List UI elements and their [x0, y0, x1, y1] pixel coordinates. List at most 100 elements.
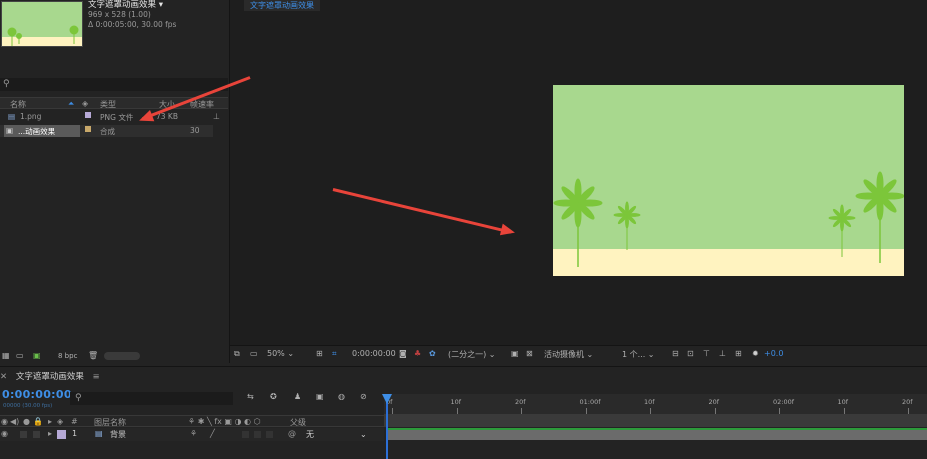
label-tag-icon[interactable]: ◈ — [82, 99, 88, 108]
png-file-icon: ▤ — [8, 112, 16, 121]
ruler-tick-label: 20f — [902, 398, 913, 406]
views-value: 1 个... — [622, 350, 646, 359]
monitor-icon[interactable]: ▭ — [250, 349, 258, 358]
switch-box[interactable] — [242, 431, 249, 438]
layer-name[interactable]: 背景 — [110, 429, 126, 440]
views-dropdown[interactable]: 1 个... ⌄ — [622, 349, 655, 360]
camera-dropdown[interactable]: 活动摄像机 ⌄ — [544, 349, 593, 360]
search-icon: ⚲ — [75, 393, 82, 403]
new-comp-icon[interactable]: ▣ — [33, 351, 41, 360]
viewer-timecode[interactable]: 0:00:00:00 — [352, 349, 396, 358]
composition-viewer: 文字遮罩动画效果 ⧉ ▭ 50% ⌄ ⊞ ⌗ 0:00:00:00 ◙ ♣ ✿ … — [229, 0, 927, 363]
timeline-tab-label: 文字遮罩动画效果 — [15, 372, 84, 382]
ruler-tick-label: 10f — [644, 398, 655, 406]
project-search-input[interactable]: ⚲ — [0, 78, 228, 91]
number-header-icon: # — [71, 417, 78, 426]
label-header-icon: ◈ — [57, 417, 64, 426]
channel-icon[interactable]: ✿ — [429, 349, 436, 358]
snapshot-icon[interactable]: ◙ — [399, 349, 407, 358]
column-name[interactable]: 名称 — [10, 99, 26, 110]
ruler-tick-label: 20f — [515, 398, 526, 406]
draft-3d-icon[interactable]: ✪ — [270, 392, 277, 401]
resolution-value: (二分之一) — [448, 350, 487, 359]
ruler-tick-label: 01:00f — [579, 398, 601, 406]
ruler-tick-label: 02:00f — [773, 398, 795, 406]
timeline-tab[interactable]: ✕ 文字遮罩动画效果 ≡ — [0, 370, 100, 382]
reset-exposure-icon[interactable]: ⊞ — [735, 349, 742, 358]
flowchart-icon[interactable]: ⊥ — [719, 349, 726, 358]
menu-icon[interactable]: ≡ — [93, 372, 100, 382]
new-folder-icon[interactable]: ▭ — [16, 351, 24, 360]
transparency-grid-icon[interactable]: ⊠ — [526, 349, 533, 358]
timeline-search-input[interactable]: ⚲ — [70, 392, 233, 405]
item-frame-rate: 30 — [190, 126, 200, 135]
time-ruler[interactable]: 0f 10f 20f 01:00f 10f 20f 02:00f 10f 20f — [384, 394, 927, 414]
zoom-dropdown[interactable]: 50% ⌄ — [267, 349, 294, 358]
lock-toggle[interactable] — [33, 431, 40, 438]
column-layer-name[interactable]: 图层名称 — [94, 417, 126, 428]
item-type: PNG 文件 — [100, 113, 134, 122]
shy-switch-icon[interactable]: ⚘ — [190, 429, 197, 438]
column-type[interactable]: 类型 — [100, 99, 116, 110]
eye-icon[interactable]: ◉ — [1, 429, 8, 438]
comp-name[interactable]: 文字遮罩动画效果 ▾ — [88, 0, 176, 10]
sort-arrow-icon[interactable]: ⏶ — [68, 99, 74, 109]
parent-pickwhip-icon[interactable]: @ — [288, 429, 296, 438]
exposure-icon[interactable]: ✹ — [752, 349, 759, 358]
interpret-footage-icon[interactable]: ▦ — [2, 351, 10, 360]
project-panel: 文字遮罩动画效果 ▾ 969 x 528 (1.00) Δ 0:00:05:00… — [0, 0, 228, 363]
timeline-icon[interactable]: ⊤ — [703, 349, 710, 358]
work-area-bar[interactable] — [384, 414, 927, 427]
project-item[interactable]: ▤ 1.png PNG 文件 73 KB — [0, 111, 213, 123]
label-color-swatch[interactable] — [85, 126, 91, 132]
mask-visibility-icon[interactable]: ⌗ — [332, 349, 337, 359]
graph-editor-icon[interactable]: ⊘ — [360, 392, 367, 401]
column-parent[interactable]: 父级 — [290, 417, 306, 428]
switch-box[interactable] — [266, 431, 273, 438]
expand-arrow-icon[interactable]: ▸ — [48, 429, 52, 438]
resolution-dropdown[interactable]: (二分之一) ⌄ — [448, 349, 496, 360]
render-icon[interactable]: ⊟ — [672, 349, 679, 358]
bpc-label[interactable]: 8 bpc — [58, 352, 77, 360]
timeline-timecode[interactable]: 0:00:00:00 — [2, 388, 72, 401]
project-item[interactable]: ▣ ...动画效果 合成 30 — [0, 125, 213, 137]
frame-blending-icon[interactable]: ▣ — [316, 392, 324, 401]
comp-size: 969 x 528 (1.00) — [88, 10, 151, 19]
layer-label-swatch[interactable] — [57, 430, 66, 439]
search-icon: ⚲ — [3, 79, 10, 89]
always-preview-icon[interactable]: ⧉ — [234, 349, 240, 359]
current-time-indicator-head[interactable] — [382, 394, 392, 404]
comp-mini-flowchart-icon[interactable]: ⇆ — [247, 392, 254, 401]
thumbnail-size-slider[interactable] — [104, 352, 140, 360]
quality-switch-icon[interactable]: ╱ — [210, 429, 215, 438]
exposure-value[interactable]: +0.0 — [764, 349, 783, 358]
item-type: 合成 — [100, 127, 115, 136]
layer-duration-bar[interactable] — [386, 428, 927, 440]
show-snapshot-icon[interactable]: ♣ — [414, 349, 421, 358]
ruler-tick-label: 20f — [708, 398, 720, 406]
flowchart-icon[interactable]: ⊥ — [213, 112, 220, 121]
switches-header-icon: ⚘ ✱ ╲ fx ▣ ◑ ◐ ⬡ — [188, 417, 261, 426]
solo-toggle[interactable] — [20, 431, 27, 438]
composition-canvas[interactable] — [553, 85, 904, 276]
visibility-header-icon: ◉ — [1, 417, 8, 426]
close-icon[interactable]: ✕ — [0, 372, 7, 382]
label-color-swatch[interactable] — [85, 112, 91, 118]
grid-icon[interactable]: ⊞ — [316, 349, 323, 358]
after-effects-window: 文字遮罩动画效果 ▾ 969 x 528 (1.00) Δ 0:00:05:00… — [0, 0, 927, 459]
fast-preview-icon[interactable]: ⊡ — [687, 349, 694, 358]
ruler-tick-label: 10f — [450, 398, 462, 406]
layer-row[interactable]: ◉ ▸ 1 ▤ 背景 ⚘ ╱ @ 无 ⌄ — [0, 428, 384, 441]
parent-dropdown[interactable]: 无 ⌄ — [306, 429, 367, 440]
delete-icon[interactable]: 🗑 — [88, 351, 98, 360]
shy-icon[interactable]: ♟ — [294, 392, 301, 401]
comp-icon: ▣ — [6, 126, 14, 135]
solo-header-icon: ● — [23, 417, 30, 426]
region-of-interest-icon[interactable]: ▣ — [511, 349, 519, 358]
viewer-toolbar: ⧉ ▭ 50% ⌄ ⊞ ⌗ 0:00:00:00 ◙ ♣ ✿ (二分之一) ⌄ … — [230, 345, 927, 363]
switch-box[interactable] — [254, 431, 261, 438]
motion-blur-icon[interactable]: ◍ — [338, 392, 345, 401]
project-footer: ▦ ▭ ▣ 8 bpc 🗑 — [0, 349, 228, 363]
tab-composition[interactable]: 文字遮罩动画效果 — [244, 0, 320, 11]
comp-info: 文字遮罩动画效果 ▾ 969 x 528 (1.00) Δ 0:00:05:00… — [88, 0, 176, 30]
